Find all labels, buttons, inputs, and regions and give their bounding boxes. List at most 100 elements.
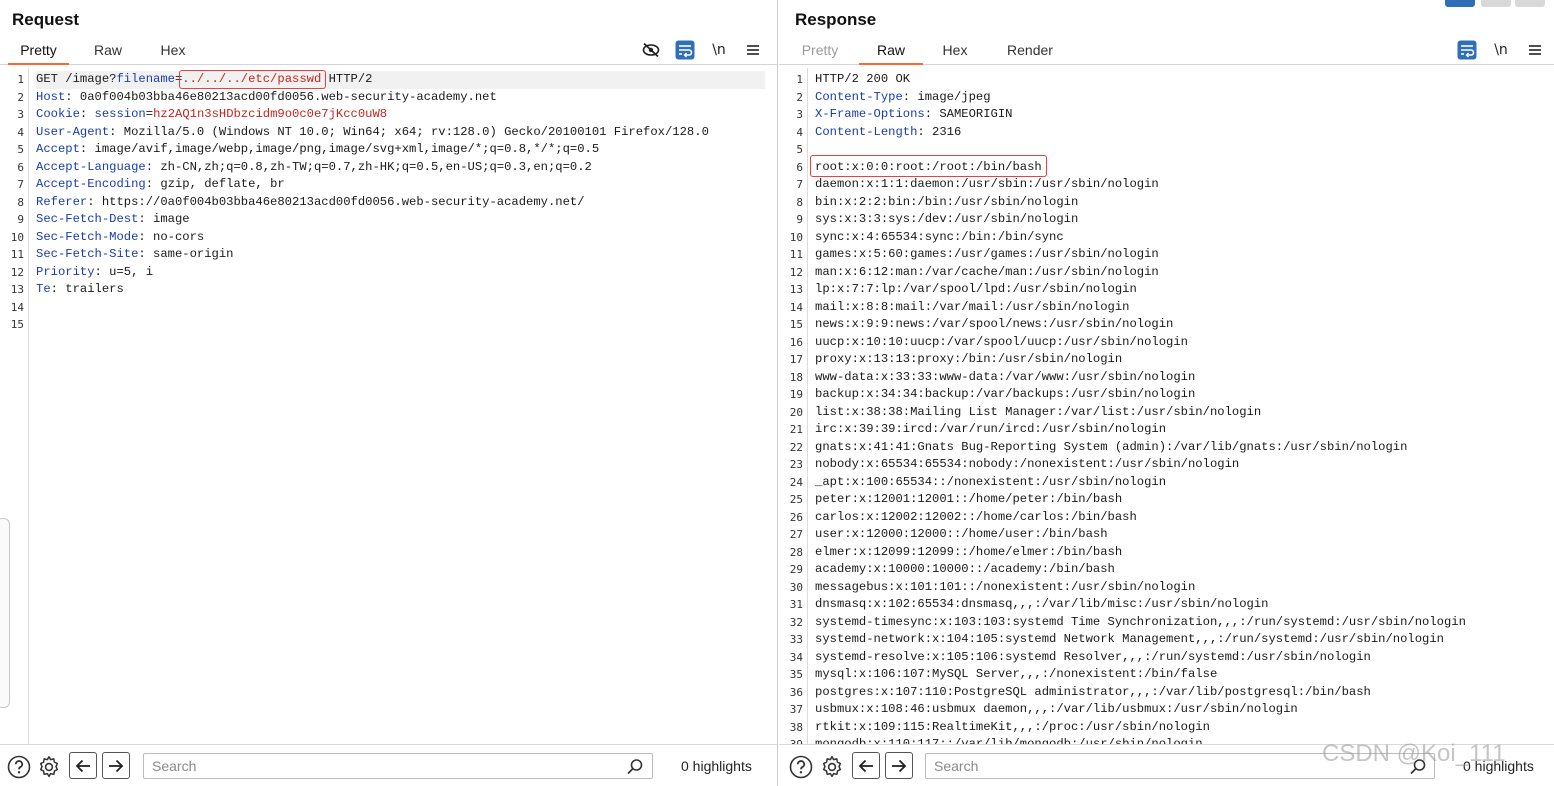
- line-text: lp:x:7:7:lp:/var/spool/lpd:/usr/sbin/nol…: [815, 282, 1137, 296]
- line-number: 9: [796, 213, 803, 226]
- side-drag-handle[interactable]: [0, 518, 10, 708]
- header-separator: :: [145, 159, 161, 174]
- hide-icon[interactable]: [640, 40, 662, 60]
- line-text: sync:x:4:65534:sync:/bin:/bin/sync: [815, 229, 1064, 244]
- param-value: hz2AQ1n3sHDbzcidm9o0c0e7jKcc0uW8: [153, 107, 388, 121]
- line-number: 26: [789, 510, 803, 524]
- line-number: 11: [10, 248, 24, 261]
- line-text: user:x:12000:12000::/home/user:/bin/bash: [815, 527, 1108, 541]
- header-separator: :: [50, 282, 66, 296]
- code-line: lp:x:7:7:lp:/var/spool/lpd:/usr/sbin/nol…: [815, 281, 1137, 299]
- wrap-icon[interactable]: [674, 40, 696, 60]
- layout-horizontal-icon[interactable]: [1481, 0, 1511, 7]
- line-number: 28: [789, 545, 803, 559]
- back-arrow-button[interactable]: [852, 752, 880, 779]
- code-line: root:x:0:0:root:/root:/bin/bash: [815, 159, 1042, 177]
- line-text: games:x:5:60:games:/usr/games:/usr/sbin/…: [815, 247, 1159, 261]
- line-text: proxy:x:13:13:proxy:/bin:/usr/sbin/nolog…: [815, 352, 1123, 366]
- line-number: 34: [789, 650, 803, 664]
- line-number: 6: [796, 160, 803, 174]
- code-line: rtkit:x:109:115:RealtimeKit,,,:/proc:/us…: [815, 719, 1210, 737]
- line-number: 12: [789, 265, 803, 279]
- response-tabs: Pretty Raw Hex Render: [779, 36, 1554, 65]
- code-line: Sec-Fetch-Dest: image: [36, 211, 190, 229]
- response-code[interactable]: HTTP/2 200 OK Content-Type: image/jpeg X-F…: [810, 68, 1554, 744]
- code-line: postgres:x:107:110:PostgreSQL administra…: [815, 684, 1371, 702]
- line-text: systemd-resolve:x:105:106:systemd Resolv…: [815, 649, 1371, 664]
- code-line: _apt:x:100:65534::/nonexistent:/usr/sbin…: [815, 474, 1166, 492]
- line-number: 3: [796, 108, 803, 121]
- header-separator: :: [94, 264, 110, 279]
- tab-hex[interactable]: Hex: [930, 36, 980, 65]
- header-name: Te: [36, 282, 51, 296]
- header-name: Cookie: [36, 107, 80, 121]
- line-number: 21: [789, 423, 803, 436]
- header-separator: :: [138, 212, 154, 226]
- response-editor[interactable]: 1 2 3 4 5 6 7 8 9 10 11 12 13 14 15 16 17 18 19 20 21 22 23 24 2…: [779, 68, 1554, 744]
- layout-vertical-icon[interactable]: [1515, 0, 1545, 7]
- line-text: systemd-network:x:104:105:systemd Networ…: [815, 632, 1444, 646]
- help-icon[interactable]: [6, 754, 32, 780]
- newline-toggle[interactable]: \n: [708, 40, 730, 60]
- line-number: 4: [17, 125, 24, 139]
- back-arrow-button[interactable]: [69, 752, 97, 779]
- tab-pretty[interactable]: Pretty: [791, 36, 849, 65]
- line-number: 11: [789, 248, 803, 261]
- forward-arrow-button[interactable]: [102, 752, 130, 779]
- header-separator: :: [79, 142, 95, 156]
- response-title: Response: [795, 10, 877, 29]
- code-line: man:x:6:12:man:/var/cache/man:/usr/sbin/…: [815, 264, 1159, 282]
- line-number: 15: [10, 318, 24, 331]
- forward-arrow-button[interactable]: [885, 752, 913, 779]
- line-number: 10: [10, 230, 24, 244]
- header-name: Sec-Fetch-Site: [36, 247, 139, 261]
- line-number: 14: [10, 300, 24, 314]
- header-value: u=5, i: [109, 264, 154, 279]
- help-icon[interactable]: [788, 754, 814, 780]
- code-line: academy:x:10000:10000::/academy:/bin/bas…: [815, 561, 1115, 579]
- tab-raw[interactable]: Raw: [80, 36, 136, 65]
- tab-render[interactable]: Render: [997, 36, 1063, 65]
- tab-hex[interactable]: Hex: [146, 36, 200, 65]
- code-line: mail:x:8:8:mail:/var/mail:/usr/sbin/nolo…: [815, 299, 1130, 317]
- header-name: Content-Type: [815, 89, 903, 104]
- line-number: 25: [789, 493, 803, 506]
- wrap-icon[interactable]: [1456, 40, 1478, 60]
- line-text: peter:x:12001:12001::/home/peter:/bin/ba…: [815, 492, 1123, 506]
- line-number: 15: [789, 318, 803, 331]
- line-number: 7: [796, 178, 803, 191]
- line-number: 7: [17, 178, 24, 191]
- param-value: ../../../etc/passwd: [182, 72, 322, 86]
- menu-icon[interactable]: [742, 40, 764, 60]
- request-code[interactable]: GET /image?filename=../../../etc/passwd …: [36, 68, 777, 744]
- header-separator: :: [924, 107, 940, 121]
- tab-raw[interactable]: Raw: [859, 36, 923, 65]
- line-text: HTTP/2 200 OK: [815, 72, 911, 86]
- tab-pretty[interactable]: Pretty: [8, 36, 69, 65]
- code-line: Content-Length: 2316: [815, 124, 961, 142]
- newline-toggle[interactable]: \n: [1490, 40, 1512, 60]
- response-search-input[interactable]: [925, 753, 1435, 779]
- request-editor[interactable]: 1 2 3 4 5 6 7 8 9 10 11 12 13 14 15 GET /image?filenam…: [0, 68, 777, 744]
- code-line: proxy:x:13:13:proxy:/bin:/usr/sbin/nolog…: [815, 351, 1122, 369]
- code-line: user:x:12000:12000::/home/user:/bin/bash: [815, 526, 1108, 544]
- line-text: list:x:38:38:Mailing List Manager:/var/l…: [815, 404, 1262, 419]
- layout-split-icon[interactable]: [1445, 0, 1475, 7]
- line-number: 22: [789, 440, 803, 454]
- menu-icon[interactable]: [1524, 40, 1546, 60]
- line-text: academy:x:10000:10000::/academy:/bin/bas…: [815, 562, 1115, 576]
- line-number: 38: [789, 720, 803, 734]
- code-line: Sec-Fetch-Mode: no-cors: [36, 229, 204, 247]
- line-text: man:x:6:12:man:/var/cache/man:/usr/sbin/…: [815, 264, 1159, 279]
- request-search-input[interactable]: [143, 753, 653, 779]
- line-number: 27: [789, 528, 803, 541]
- code-line: Accept-Encoding: gzip, deflate, br: [36, 176, 285, 194]
- settings-gear-icon[interactable]: [819, 754, 845, 780]
- code-line: nobody:x:65534:65534:nobody:/nonexistent…: [815, 456, 1239, 474]
- header-value: https://0a0f004b03bba46e80213acd00fd0056…: [101, 194, 585, 209]
- header-separator: :: [917, 124, 933, 139]
- code-line: Accept-Language: zh-CN,zh;q=0.8,zh-TW;q=…: [36, 159, 592, 177]
- settings-gear-icon[interactable]: [36, 754, 62, 780]
- response-bottom-bar: 0 highlights: [779, 744, 1554, 786]
- code-line: irc:x:39:39:ircd:/var/run/ircd:/usr/sbin…: [815, 421, 1166, 439]
